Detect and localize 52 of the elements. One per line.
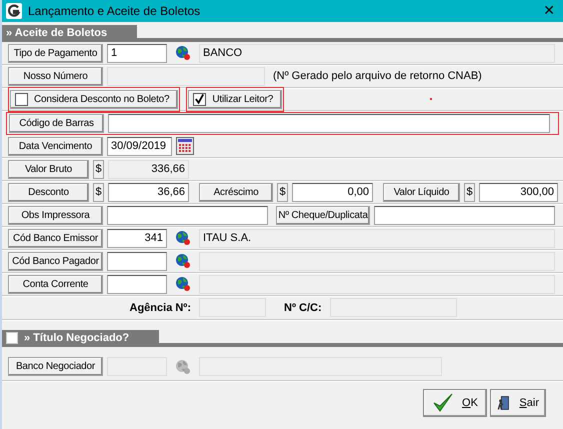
section-title: » Título Negociado? xyxy=(24,332,130,344)
search-globe-icon[interactable] xyxy=(175,276,191,292)
app-logo-icon xyxy=(6,3,22,19)
check-icon xyxy=(194,93,206,105)
amount-field[interactable]: 36,66 xyxy=(108,182,189,202)
input-field[interactable]: 1 xyxy=(107,44,167,62)
field-label-button[interactable]: Acréscimo xyxy=(199,182,273,202)
check-icon xyxy=(432,392,454,414)
calendar-icon[interactable] xyxy=(176,137,194,155)
note-text: (Nº Gerado pelo arquivo de retorno CNAB) xyxy=(273,70,482,82)
input-field[interactable] xyxy=(107,206,268,224)
input-field[interactable]: 341 xyxy=(107,228,167,248)
checkbox-button[interactable]: Utilizar Leitor? xyxy=(188,90,282,108)
amount-field: 336,66 xyxy=(108,160,189,178)
field-label-button[interactable]: Data Vencimento xyxy=(8,136,103,156)
field-label: Nº C/C: xyxy=(284,302,322,314)
search-globe-icon[interactable] xyxy=(175,230,191,246)
amount-field[interactable]: 0,00 xyxy=(292,182,373,202)
field-label-button[interactable]: Código de Barras xyxy=(9,114,104,133)
field-label-button[interactable]: Nº Cheque/Duplicata xyxy=(276,206,370,224)
close-button[interactable]: ✕ xyxy=(535,3,563,19)
field-label-button[interactable]: Cód Banco Pagador xyxy=(8,252,103,270)
description-field: BANCO xyxy=(199,44,555,62)
currency-sign: $ xyxy=(464,182,475,202)
barcode-input-field[interactable] xyxy=(108,114,550,133)
window-title: Lançamento e Aceite de Boletos xyxy=(28,4,202,18)
field-label-button[interactable]: Valor Bruto xyxy=(8,160,89,178)
currency-sign: $ xyxy=(93,182,104,202)
input-field[interactable] xyxy=(107,274,167,294)
search-globe-icon[interactable] xyxy=(175,253,191,269)
search-globe-icon[interactable] xyxy=(175,45,191,61)
input-field xyxy=(199,298,266,317)
checkbox-button[interactable]: Considera Desconto no Boleto? xyxy=(10,90,178,108)
input-field[interactable] xyxy=(107,252,167,270)
ok-button[interactable]: OK xyxy=(423,389,487,417)
currency-sign: $ xyxy=(277,182,288,202)
exit-button[interactable]: Sair xyxy=(490,389,546,417)
field-label: Agência Nº: xyxy=(128,302,191,314)
field-label-button[interactable]: Valor Líquido xyxy=(383,182,460,202)
input-field[interactable] xyxy=(374,206,555,224)
description-field: ITAU S.A. xyxy=(199,228,555,248)
amount-field[interactable]: 300,00 xyxy=(479,182,558,202)
field-label-button[interactable]: Desconto xyxy=(8,182,89,202)
checkbox[interactable] xyxy=(6,332,18,344)
field-label-button[interactable]: Tipo de Pagamento xyxy=(8,44,103,62)
field-label-button[interactable]: Obs Impressora xyxy=(8,206,103,224)
currency-sign: $ xyxy=(93,160,104,178)
date-field[interactable]: 30/09/2019 xyxy=(107,136,172,156)
field-label-button[interactable]: Conta Corrente xyxy=(8,274,103,294)
section-header: » Aceite de Boletos xyxy=(2,25,138,40)
field-label-button[interactable]: Cód Banco Emissor xyxy=(8,228,103,248)
field-label-button[interactable]: Nosso Número xyxy=(8,66,103,86)
